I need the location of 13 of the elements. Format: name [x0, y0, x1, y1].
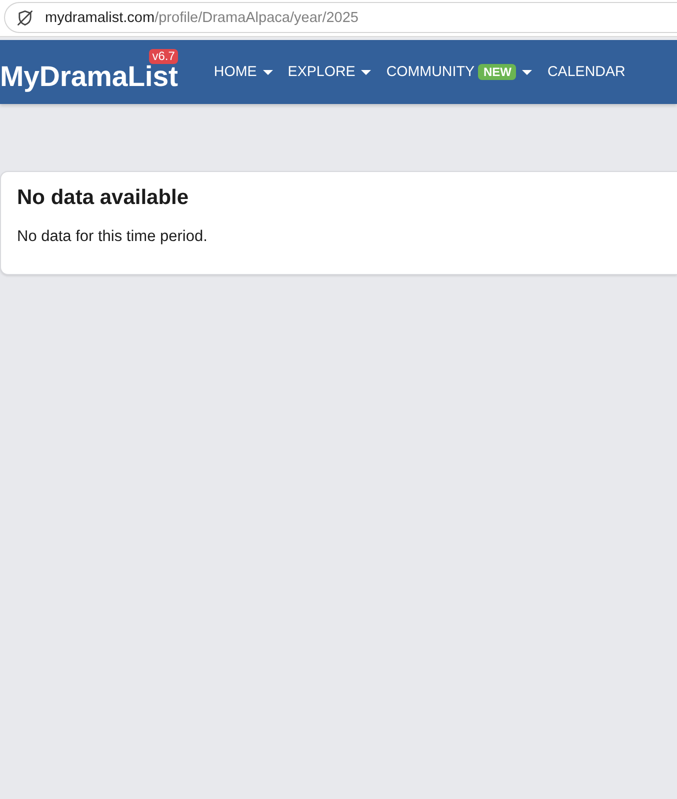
nav-link[interactable]: CALENDAR [547, 62, 626, 82]
nav-dropdown[interactable]: COMMUNITY NEW [386, 62, 532, 82]
caret-icon [361, 70, 372, 74]
caret-icon [262, 70, 273, 74]
new-badge: NEW [478, 64, 516, 80]
shield-slash-icon[interactable] [17, 10, 33, 26]
caret-icon [522, 70, 532, 74]
card-title: No data available [17, 185, 189, 211]
card-message: No data for this time period. [17, 227, 208, 247]
nav-dropdown[interactable]: HOME [214, 62, 273, 82]
address-bar[interactable]: mydramalist.com/profile/DramaAlpaca/year/2025 [4, 2, 677, 33]
nav-dropdown[interactable]: EXPLORE [288, 62, 372, 82]
version-badge: v6.7 [149, 49, 178, 64]
